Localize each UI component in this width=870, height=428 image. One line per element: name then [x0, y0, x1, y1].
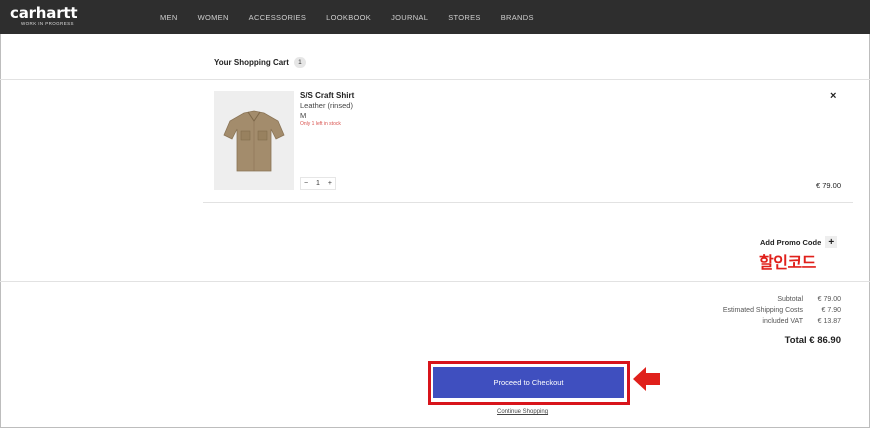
logo-tagline: WORK IN PROGRESS: [21, 21, 74, 26]
summary-value: € 7.90: [821, 307, 841, 314]
shirt-image: [223, 110, 285, 172]
carhartt-logo[interactable]: carhartt WORK IN PROGRESS: [10, 5, 82, 29]
cart-header: Your Shopping Cart 1: [214, 55, 306, 69]
product-image[interactable]: [214, 91, 294, 190]
nav-item-brands[interactable]: BRANDS: [501, 13, 534, 22]
main-nav: MEN WOMEN ACCESSORIES LOOKBOOK JOURNAL S…: [160, 0, 554, 34]
summary-label: included VAT: [762, 318, 803, 325]
summary-label: Subtotal: [777, 296, 803, 303]
continue-shopping-link[interactable]: Continue Shopping: [497, 409, 548, 415]
decrease-quantity-button[interactable]: −: [304, 180, 308, 187]
item-price: € 79.00: [815, 181, 841, 190]
product-color: Leather (rinsed): [300, 101, 353, 110]
top-navigation-bar: carhartt WORK IN PROGRESS MEN WOMEN ACCE…: [0, 0, 870, 34]
cart-count-badge: 1: [293, 56, 306, 68]
logo-wordmark: carhartt: [10, 4, 78, 22]
summary-row-subtotal: Subtotal € 79.00: [641, 294, 841, 305]
divider: [203, 202, 853, 203]
order-summary: Subtotal € 79.00 Estimated Shipping Cost…: [641, 294, 841, 327]
divider: [0, 281, 870, 282]
product-size: M: [300, 111, 307, 120]
product-name[interactable]: S/S Craft Shirt: [300, 91, 354, 100]
summary-value: € 79.00: [817, 296, 841, 303]
nav-item-lookbook[interactable]: LOOKBOOK: [326, 13, 371, 22]
summary-value: € 13.87: [817, 318, 841, 325]
increase-quantity-button[interactable]: +: [328, 180, 332, 187]
stock-warning: Only 1 left in stock: [300, 121, 341, 127]
summary-row-vat: included VAT € 13.87: [641, 316, 841, 327]
promo-annotation: 할인코드: [759, 253, 816, 272]
plus-icon: +: [825, 236, 838, 248]
arrow-left-icon: [633, 367, 660, 391]
nav-item-journal[interactable]: JOURNAL: [391, 13, 428, 22]
cart-title: Your Shopping Cart: [214, 57, 289, 67]
summary-row-shipping: Estimated Shipping Costs € 7.90: [641, 305, 841, 316]
nav-item-women[interactable]: WOMEN: [198, 13, 229, 22]
nav-item-stores[interactable]: STORES: [448, 13, 481, 22]
proceed-to-checkout-button[interactable]: Proceed to Checkout: [433, 367, 624, 398]
nav-item-accessories[interactable]: ACCESSORIES: [249, 13, 306, 22]
quantity-stepper: − 1 +: [300, 177, 336, 190]
nav-item-men[interactable]: MEN: [160, 13, 178, 22]
quantity-value: 1: [316, 180, 320, 187]
close-icon[interactable]: ×: [830, 91, 836, 102]
add-promo-code-button[interactable]: Add Promo Code +: [760, 236, 838, 248]
summary-label: Estimated Shipping Costs: [722, 307, 803, 314]
divider: [0, 79, 870, 80]
promo-code-label: Add Promo Code: [760, 237, 822, 247]
order-total: Total € 86.90: [784, 335, 841, 346]
